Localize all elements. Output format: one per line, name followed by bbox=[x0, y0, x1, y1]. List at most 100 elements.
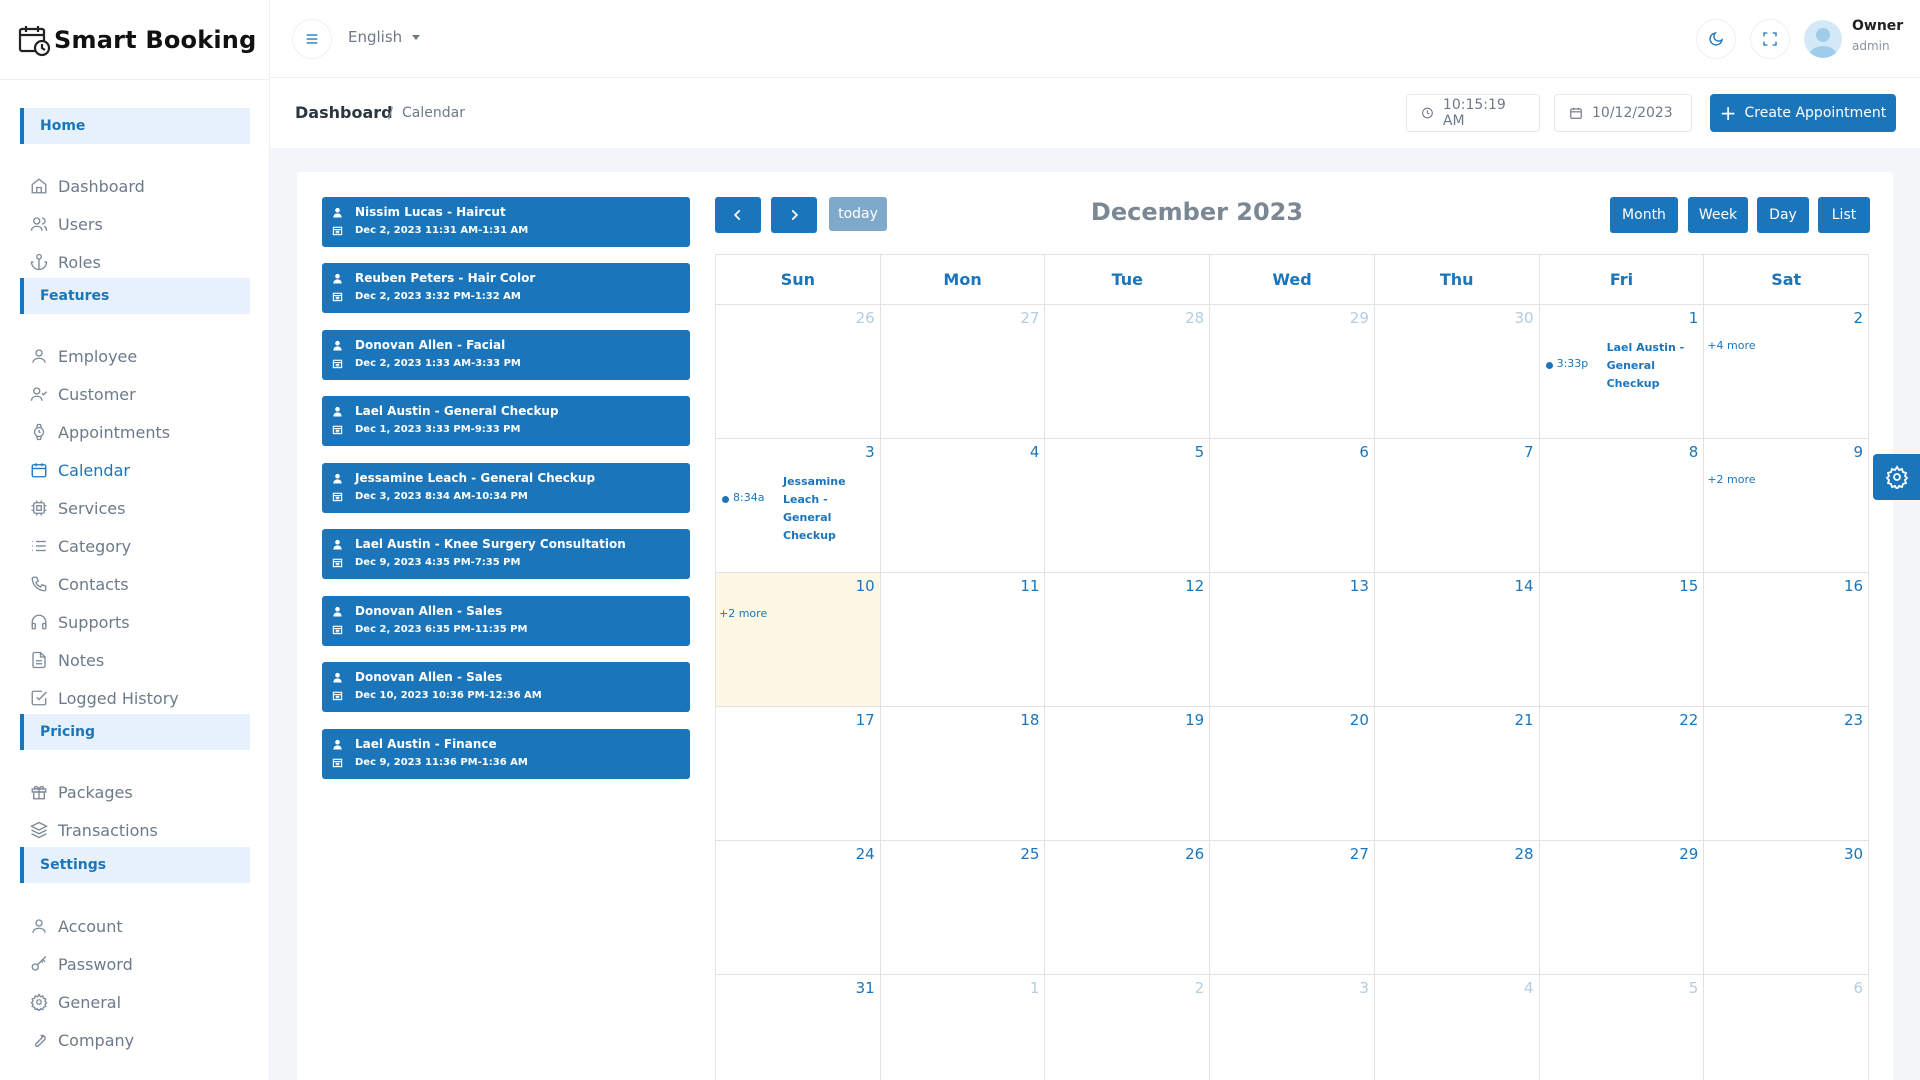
day-number[interactable]: 26 bbox=[1185, 845, 1204, 863]
calendar-day-cell[interactable]: 4 bbox=[1375, 975, 1540, 1080]
day-number[interactable]: 29 bbox=[1679, 845, 1698, 863]
day-number[interactable]: 27 bbox=[1350, 845, 1369, 863]
day-number[interactable]: 2 bbox=[1853, 309, 1863, 327]
event-item[interactable]: Donovan Allen - Sales Dec 2, 2023 6:35 P… bbox=[322, 596, 690, 646]
calendar-day-cell[interactable]: 28 bbox=[1045, 305, 1211, 439]
day-number[interactable]: 28 bbox=[1515, 845, 1534, 863]
day-number[interactable]: 31 bbox=[856, 979, 875, 997]
customizer-toggle-button[interactable] bbox=[1873, 454, 1920, 500]
calendar-day-cell[interactable]: 27 bbox=[1210, 841, 1375, 975]
calendar-day-cell[interactable]: 12 bbox=[1045, 573, 1211, 707]
calendar-day-cell[interactable]: 2 bbox=[1045, 975, 1211, 1080]
day-number[interactable]: 4 bbox=[1524, 979, 1534, 997]
user-name[interactable]: Owner bbox=[1852, 18, 1903, 34]
calendar-day-cell[interactable]: 22 bbox=[1539, 707, 1705, 841]
sidebar-item-password[interactable]: Password bbox=[30, 952, 133, 976]
calendar-day-cell[interactable]: 4 bbox=[880, 439, 1046, 573]
calendar-day-cell[interactable]: 30 bbox=[1374, 305, 1540, 439]
sidebar-item-employee[interactable]: Employee bbox=[30, 344, 137, 368]
day-number[interactable]: 18 bbox=[1020, 711, 1039, 729]
menu-toggle-button[interactable] bbox=[292, 19, 332, 59]
day-number[interactable]: 12 bbox=[1185, 577, 1204, 595]
sidebar-item-logged-history[interactable]: Logged History bbox=[30, 686, 179, 710]
event-item[interactable]: Lael Austin - General Checkup Dec 1, 202… bbox=[322, 396, 690, 446]
day-number[interactable]: 30 bbox=[1515, 309, 1534, 327]
sidebar-item-company[interactable]: Company bbox=[30, 1028, 134, 1052]
calendar-day-cell[interactable]: 8 bbox=[1539, 439, 1705, 573]
day-number[interactable]: 29 bbox=[1350, 309, 1369, 327]
day-number[interactable]: 5 bbox=[1689, 979, 1699, 997]
calendar-day-cell[interactable]: 28 bbox=[1374, 841, 1540, 975]
calendar-day-cell[interactable]: 30 bbox=[1704, 841, 1870, 975]
sidebar-item-users[interactable]: Users bbox=[30, 212, 103, 236]
day-number[interactable]: 8 bbox=[1689, 443, 1699, 461]
calendar-day-cell[interactable]: 18 bbox=[880, 707, 1046, 841]
today-button[interactable]: today bbox=[829, 197, 887, 231]
day-number[interactable]: 3 bbox=[865, 443, 875, 461]
breadcrumb-dashboard[interactable]: Dashboard bbox=[295, 103, 393, 122]
calendar-day-cell[interactable]: 9 +2 more bbox=[1704, 439, 1870, 573]
day-number[interactable]: 24 bbox=[856, 845, 875, 863]
calendar-day-cell[interactable]: 19 bbox=[1045, 707, 1211, 841]
more-events-link[interactable]: +2 more bbox=[719, 607, 767, 620]
sidebar-item-transactions[interactable]: Transactions bbox=[30, 818, 158, 842]
view-month-button[interactable]: Month bbox=[1610, 197, 1678, 233]
day-number[interactable]: 9 bbox=[1853, 443, 1863, 461]
day-number[interactable]: 4 bbox=[1030, 443, 1040, 461]
sidebar-item-calendar[interactable]: Calendar bbox=[30, 458, 130, 482]
sidebar-item-account[interactable]: Account bbox=[30, 914, 123, 938]
day-number[interactable]: 23 bbox=[1844, 711, 1863, 729]
day-number[interactable]: 27 bbox=[1020, 309, 1039, 327]
event-item[interactable]: Lael Austin - Knee Surgery Consultation … bbox=[322, 529, 690, 579]
calendar-day-cell[interactable]: 5 bbox=[1540, 975, 1705, 1080]
day-number[interactable]: 11 bbox=[1020, 577, 1039, 595]
calendar-day-cell[interactable]: 29 bbox=[1210, 305, 1375, 439]
view-day-button[interactable]: Day bbox=[1757, 197, 1809, 233]
sidebar-item-services[interactable]: Services bbox=[30, 496, 125, 520]
sidebar-item-general[interactable]: General bbox=[30, 990, 121, 1014]
day-number[interactable]: 22 bbox=[1679, 711, 1698, 729]
day-number[interactable]: 1 bbox=[1030, 979, 1040, 997]
day-number[interactable]: 28 bbox=[1185, 309, 1204, 327]
brand[interactable]: Smart Booking bbox=[0, 0, 269, 80]
day-number[interactable]: 16 bbox=[1844, 577, 1863, 595]
day-number[interactable]: 6 bbox=[1359, 443, 1369, 461]
day-number[interactable]: 7 bbox=[1524, 443, 1534, 461]
calendar-day-cell[interactable]: 17 bbox=[716, 707, 881, 841]
fullscreen-toggle[interactable] bbox=[1750, 19, 1790, 59]
calendar-day-cell[interactable]: 26 bbox=[716, 305, 881, 439]
calendar-day-cell[interactable]: 6 bbox=[1704, 975, 1870, 1080]
calendar-day-cell[interactable]: 29 bbox=[1539, 841, 1705, 975]
calendar-day-cell[interactable]: 1 3:33p Lael Austin - General Checkup bbox=[1539, 305, 1705, 439]
calendar-day-cell[interactable]: 14 bbox=[1374, 573, 1540, 707]
day-number[interactable]: 15 bbox=[1679, 577, 1698, 595]
create-appointment-button[interactable]: + Create Appointment bbox=[1710, 94, 1896, 132]
sidebar-item-supports[interactable]: Supports bbox=[30, 610, 130, 634]
day-number[interactable]: 21 bbox=[1515, 711, 1534, 729]
sidebar-item-dashboard[interactable]: Dashboard bbox=[30, 174, 145, 198]
day-number[interactable]: 25 bbox=[1020, 845, 1039, 863]
calendar-day-cell[interactable]: 6 bbox=[1210, 439, 1375, 573]
calendar-day-cell[interactable]: 21 bbox=[1374, 707, 1540, 841]
day-number[interactable]: 5 bbox=[1195, 443, 1205, 461]
event-item[interactable]: Reuben Peters - Hair Color Dec 2, 2023 3… bbox=[322, 263, 690, 313]
avatar[interactable] bbox=[1804, 20, 1842, 58]
day-number[interactable]: 1 bbox=[1689, 309, 1699, 327]
day-number[interactable]: 30 bbox=[1844, 845, 1863, 863]
sidebar-item-customer[interactable]: Customer bbox=[30, 382, 136, 406]
sidebar-item-roles[interactable]: Roles bbox=[30, 250, 101, 274]
calendar-day-cell[interactable]: 11 bbox=[880, 573, 1046, 707]
sidebar-item-appointments[interactable]: Appointments bbox=[30, 420, 170, 444]
sidebar-item-notes[interactable]: Notes bbox=[30, 648, 104, 672]
day-number[interactable]: 19 bbox=[1185, 711, 1204, 729]
calendar-day-cell[interactable]: 1 bbox=[881, 975, 1046, 1080]
event-item[interactable]: Nissim Lucas - Haircut Dec 2, 2023 11:31… bbox=[322, 197, 690, 247]
calendar-day-cell[interactable]: 3 bbox=[1210, 975, 1375, 1080]
day-number[interactable]: 17 bbox=[856, 711, 875, 729]
day-number[interactable]: 6 bbox=[1853, 979, 1863, 997]
view-week-button[interactable]: Week bbox=[1688, 197, 1748, 233]
event-item[interactable]: Donovan Allen - Sales Dec 10, 2023 10:36… bbox=[322, 662, 690, 712]
calendar-day-cell[interactable]: 23 bbox=[1704, 707, 1870, 841]
calendar-day-cell[interactable]: 16 bbox=[1704, 573, 1870, 707]
sidebar-item-category[interactable]: Category bbox=[30, 534, 131, 558]
